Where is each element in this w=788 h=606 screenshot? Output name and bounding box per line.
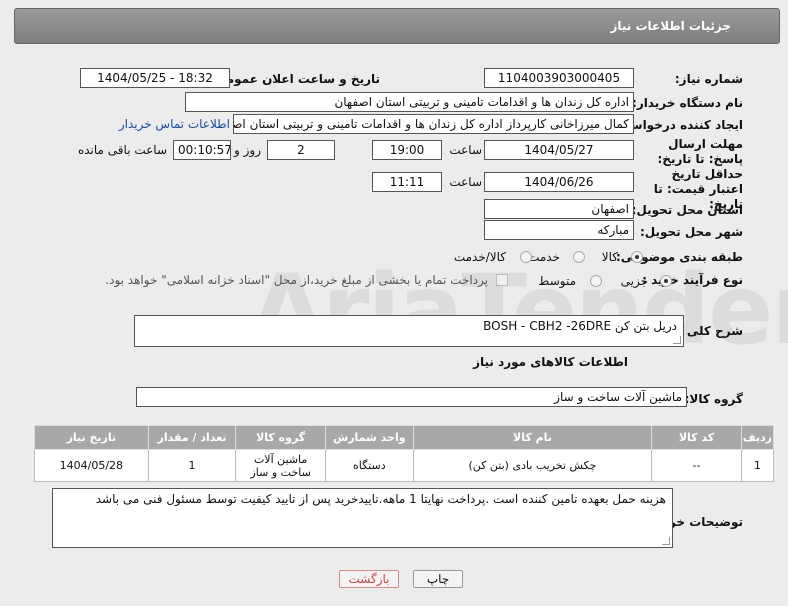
- header-panel: جزئیات اطلاعات نیاز: [14, 8, 780, 44]
- process-minor-radio[interactable]: [660, 275, 672, 287]
- print-button[interactable]: چاپ: [413, 570, 463, 588]
- process-medium-label: متوسط: [538, 274, 576, 288]
- goods-group-label: گروه کالا:: [684, 392, 743, 406]
- cell-row: 1: [740, 449, 775, 482]
- category-goods-service-radio[interactable]: [520, 251, 532, 263]
- col-row: ردیف: [740, 425, 775, 450]
- price-time-label: ساعت: [449, 175, 482, 189]
- process-minor-label: جزیی: [620, 274, 648, 288]
- table-header-row: ردیف کد کالا نام کالا واحد شمارش گروه کا…: [34, 425, 775, 450]
- goods-info-heading: اطلاعات کالاهای مورد نیاز: [473, 355, 628, 369]
- buyer-org-field: اداره کل زندان ها و اقدامات تامینی و ترب…: [185, 92, 634, 112]
- process-type-label: نوع فرآیند خرید :: [642, 273, 743, 287]
- reply-days-field: 2: [267, 140, 335, 160]
- price-time-field: 11:11: [372, 172, 442, 192]
- goods-table: ردیف کد کالا نام کالا واحد شمارش گروه کا…: [34, 425, 775, 482]
- cell-need-date: 1404/05/28: [34, 449, 149, 482]
- buyer-org-label: نام دستگاه خریدار:: [632, 96, 743, 110]
- col-code: کد کالا: [651, 425, 742, 450]
- col-name: نام کالا: [412, 425, 653, 450]
- city-label: شهر محل تحویل:: [639, 225, 743, 239]
- announce-datetime-label: تاریخ و ساعت اعلان عمومی:: [209, 72, 380, 86]
- table-row: 1 -- چکش تخریب بادی (بتن کن) دستگاه ماشی…: [34, 449, 775, 482]
- category-goods-service-label: کالا/خدمت: [453, 250, 506, 264]
- summary-text: دریل بتن کن BOSH - CBH2 -26DRE: [483, 319, 677, 333]
- day-and-label: روز و: [234, 143, 261, 157]
- reply-deadline-label: مهلت ارسال پاسخ: تا تاریخ:: [657, 137, 744, 166]
- remaining-time-field: 00:10:57: [173, 140, 231, 160]
- buyer-notes-textarea[interactable]: هزینه حمل بعهده تامین کننده است .پرداخت …: [52, 488, 673, 548]
- contact-buyer-link[interactable]: اطلاعات تماس خریدار: [119, 117, 230, 131]
- province-label: استان محل تحویل:: [631, 203, 743, 217]
- city-field: مبارکه: [484, 220, 634, 240]
- province-field: اصفهان: [484, 199, 634, 219]
- page-title: جزئیات اطلاعات نیاز: [610, 19, 731, 33]
- resize-grip-icon[interactable]: [673, 336, 681, 344]
- col-unit: واحد شمارش: [324, 425, 414, 450]
- cell-group: ماشین آلات ساخت و ساز: [235, 449, 326, 482]
- category-goods-radio[interactable]: [631, 251, 643, 263]
- cell-quantity: 1: [147, 449, 237, 482]
- payment-checkbox[interactable]: [496, 274, 508, 286]
- cell-name: چکش تخریب بادی (بتن کن): [412, 449, 653, 482]
- reply-time-field: 19:00: [372, 140, 442, 160]
- category-service-label: خدمت: [528, 250, 560, 264]
- announce-datetime-field: 1404/05/25 - 18:32: [80, 68, 230, 88]
- col-group: گروه کالا: [235, 425, 326, 450]
- resize-grip-icon[interactable]: [662, 537, 670, 545]
- col-need-date: تاریخ نیاز: [34, 425, 149, 450]
- process-medium-radio[interactable]: [590, 275, 602, 287]
- price-date-field: 1404/06/26: [484, 172, 634, 192]
- category-service-radio[interactable]: [573, 251, 585, 263]
- payment-note: پرداخت تمام یا بخشی از مبلغ خرید،از محل …: [105, 273, 488, 287]
- need-number-label: شماره نیاز:: [674, 72, 743, 86]
- buyer-notes-text: هزینه حمل بعهده تامین کننده است .پرداخت …: [95, 492, 666, 506]
- remaining-label: ساعت باقی مانده: [77, 143, 167, 157]
- category-goods-label: کالا: [601, 250, 618, 264]
- col-quantity: تعداد / مقدار: [147, 425, 237, 450]
- need-number-field: 1104003903000405: [484, 68, 634, 88]
- reply-date-field: 1404/05/27: [484, 140, 634, 160]
- back-button[interactable]: بازگشت: [339, 570, 399, 588]
- goods-group-field: ماشین آلات ساخت و ساز: [136, 387, 687, 407]
- summary-textarea[interactable]: دریل بتن کن BOSH - CBH2 -26DRE: [134, 315, 684, 347]
- cell-unit: دستگاه: [324, 449, 414, 482]
- reply-time-label: ساعت: [449, 143, 482, 157]
- cell-code: --: [651, 449, 742, 482]
- requester-field: کمال میرزاخانی کارپرداز اداره کل زندان ه…: [233, 114, 634, 134]
